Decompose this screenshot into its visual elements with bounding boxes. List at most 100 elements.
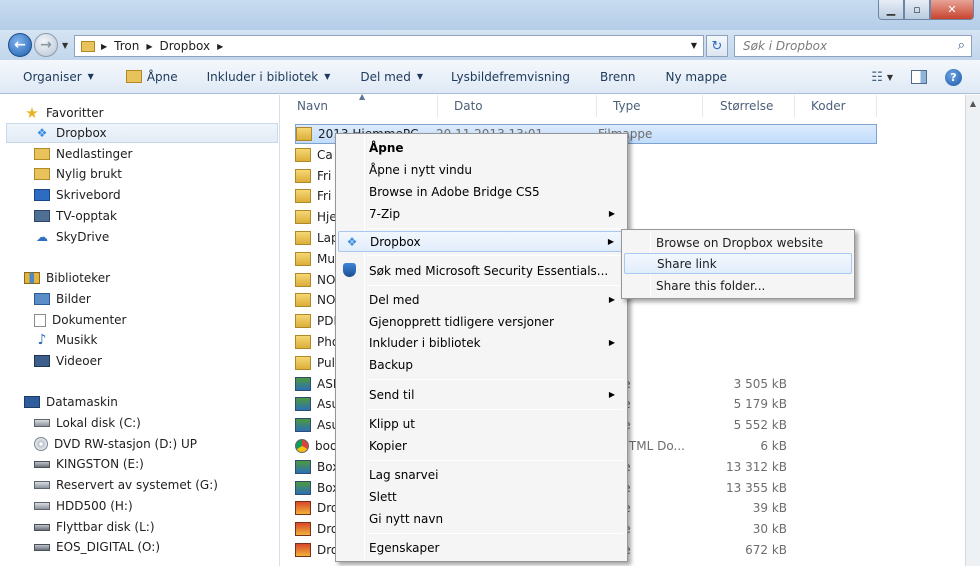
menu-item-open[interactable]: Åpne (338, 137, 625, 158)
menu-item-rename[interactable]: Gi nytt navn (338, 508, 625, 529)
column-header-date[interactable]: Dato (438, 95, 597, 117)
breadcrumb-chevron-icon[interactable]: ▶ (217, 42, 223, 51)
nav-pictures[interactable]: Bilder (34, 289, 278, 309)
image-file-icon (295, 543, 311, 557)
include-in-library-button[interactable]: Inkluder i bibliotek ▼ (190, 60, 343, 94)
chevron-down-icon: ▼ (416, 72, 423, 81)
help-icon[interactable]: ? (945, 68, 962, 86)
menu-item-mse-scan[interactable]: Søk med Microsoft Security Essentials... (338, 260, 625, 281)
chevron-down-icon[interactable]: ▼ (887, 73, 893, 82)
vertical-scrollbar[interactable]: ▲ (965, 95, 980, 566)
folder-icon (296, 127, 312, 141)
column-label: Navn (297, 99, 329, 113)
submenu-arrow-icon: ▶ (608, 390, 615, 399)
nav-label: Dropbox (56, 126, 107, 140)
scroll-up-icon[interactable]: ▲ (966, 95, 980, 111)
menu-separator (367, 379, 623, 380)
nav-downloads[interactable]: Nedlastinger (34, 144, 278, 164)
menu-item-open-new-window[interactable]: Åpne i nytt vindu (338, 159, 625, 180)
submenu-item-share-link[interactable]: Share link (624, 253, 852, 274)
view-options-icon[interactable]: ☷ (871, 70, 883, 85)
column-header-size[interactable]: Størrelse (703, 95, 795, 117)
breadcrumb-tron[interactable]: Tron (114, 39, 139, 53)
folder-icon (81, 40, 95, 52)
nav-hdd500[interactable]: HDD500 (H:) (34, 496, 278, 516)
maximize-button[interactable]: ▫ (904, 0, 930, 20)
refresh-button[interactable]: ↻ (706, 35, 728, 57)
menu-item-restore-versions[interactable]: Gjenopprett tidligere versjoner (338, 311, 625, 332)
menu-separator (367, 409, 623, 410)
nav-eos-digital[interactable]: EOS_DIGITAL (O:) (34, 537, 278, 557)
folder-icon (295, 189, 311, 204)
menu-item-properties[interactable]: Egenskaper (338, 537, 625, 558)
nav-dvd[interactable]: DVD RW-stasjon (D:) UP (34, 434, 278, 454)
recent-pages-chevron-icon[interactable]: ▼ (62, 41, 68, 50)
menu-item-backup[interactable]: Backup (338, 354, 625, 375)
menu-item-send-to[interactable]: Send til ▶ (338, 384, 625, 405)
nav-kingston[interactable]: KINGSTON (E:) (34, 454, 278, 474)
nav-recent[interactable]: Nylig brukt (34, 164, 278, 184)
address-dropdown-icon[interactable]: ▼ (691, 41, 697, 50)
image-file-icon (295, 522, 311, 537)
music-note-icon: ♪ (37, 332, 47, 348)
menu-item-dropbox[interactable]: ❖ Dropbox ▶ (338, 231, 625, 252)
menu-item-delete[interactable]: Slett (338, 486, 625, 507)
nav-music[interactable]: ♪ Musikk (34, 330, 278, 350)
nav-dropbox[interactable]: ❖ Dropbox (6, 123, 278, 143)
nav-removable[interactable]: Flyttbar disk (L:) (34, 517, 278, 537)
new-folder-button[interactable]: Ny mappe (648, 60, 740, 94)
nav-desktop[interactable]: Skrivebord (34, 185, 278, 205)
nav-local-disk[interactable]: Lokal disk (C:) (34, 413, 278, 433)
pictures-icon (34, 293, 50, 305)
submenu-item-share-folder[interactable]: Share this folder... (624, 275, 852, 296)
menu-label: Kopier (369, 438, 407, 453)
search-icon[interactable]: ⌕ (958, 38, 965, 53)
breadcrumb-dropbox[interactable]: Dropbox (160, 39, 211, 53)
menu-item-copy[interactable]: Kopier (338, 435, 625, 456)
menu-separator (367, 255, 623, 256)
search-input[interactable]: Søk i Dropbox ⌕ (734, 35, 972, 57)
breadcrumb-chevron-icon[interactable]: ▶ (101, 42, 107, 51)
organize-button[interactable]: Organiser ▼ (0, 60, 106, 94)
minimize-button[interactable]: ▁ (878, 0, 904, 20)
nav-skydrive[interactable]: ☁ SkyDrive (34, 227, 278, 247)
new-folder-label: Ny mappe (665, 69, 728, 84)
menu-item-7zip[interactable]: 7-Zip ▶ (338, 203, 625, 224)
menu-item-adobe-bridge[interactable]: Browse in Adobe Bridge CS5 (338, 181, 625, 202)
menu-item-include-library[interactable]: Inkluder i bibliotek ▶ (338, 332, 625, 353)
nav-computer[interactable]: Datamaskin (24, 392, 278, 412)
submenu-arrow-icon: ▶ (608, 338, 615, 347)
nav-favorites[interactable]: ★ Favoritter (24, 103, 278, 123)
burn-button[interactable]: Brenn (582, 60, 648, 94)
nav-documents[interactable]: Dokumenter (34, 310, 278, 330)
nav-libraries[interactable]: Biblioteker (24, 268, 278, 288)
menu-item-share-with[interactable]: Del med ▶ (338, 289, 625, 310)
nav-label: DVD RW-stasjon (D:) UP (54, 437, 197, 451)
column-header-name[interactable]: ▲ Navn (281, 92, 438, 117)
nav-label: TV-opptak (56, 209, 117, 223)
forward-button[interactable]: → (34, 33, 58, 57)
share-with-button[interactable]: Del med ▼ (342, 60, 435, 94)
menu-item-create-shortcut[interactable]: Lag snarvei (338, 464, 625, 485)
back-button[interactable]: ← (8, 33, 32, 57)
file-size: 39 kB (752, 501, 787, 516)
address-bar[interactable]: ▶ Tron ▶ Dropbox ▶ ▼ (74, 35, 704, 57)
folder-icon (295, 314, 311, 329)
column-header-type[interactable]: Type (597, 95, 703, 117)
slideshow-button[interactable]: Lysbildefremvisning (435, 60, 582, 94)
column-header-codes[interactable]: Koder (795, 95, 877, 117)
open-button[interactable]: Åpne (106, 60, 190, 94)
preview-pane-icon[interactable] (911, 70, 927, 84)
nav-reserved[interactable]: Reservert av systemet (G:) (34, 475, 278, 495)
close-button[interactable]: ✕ (930, 0, 974, 20)
submenu-item-browse-website[interactable]: Browse on Dropbox website (624, 232, 852, 253)
breadcrumb-chevron-icon[interactable]: ▶ (146, 42, 152, 51)
menu-item-cut[interactable]: Klipp ut (338, 413, 625, 434)
dropbox-submenu: Browse on Dropbox website Share link Sha… (621, 229, 855, 299)
nav-videos[interactable]: Videoer (34, 351, 278, 371)
file-size: 6 kB (760, 439, 787, 453)
skydrive-cloud-icon: ☁ (36, 230, 48, 244)
file-size: 3 505 kB (733, 376, 787, 391)
nav-label: Flyttbar disk (L:) (56, 520, 155, 534)
nav-tv-recordings[interactable]: TV-opptak (34, 206, 278, 226)
